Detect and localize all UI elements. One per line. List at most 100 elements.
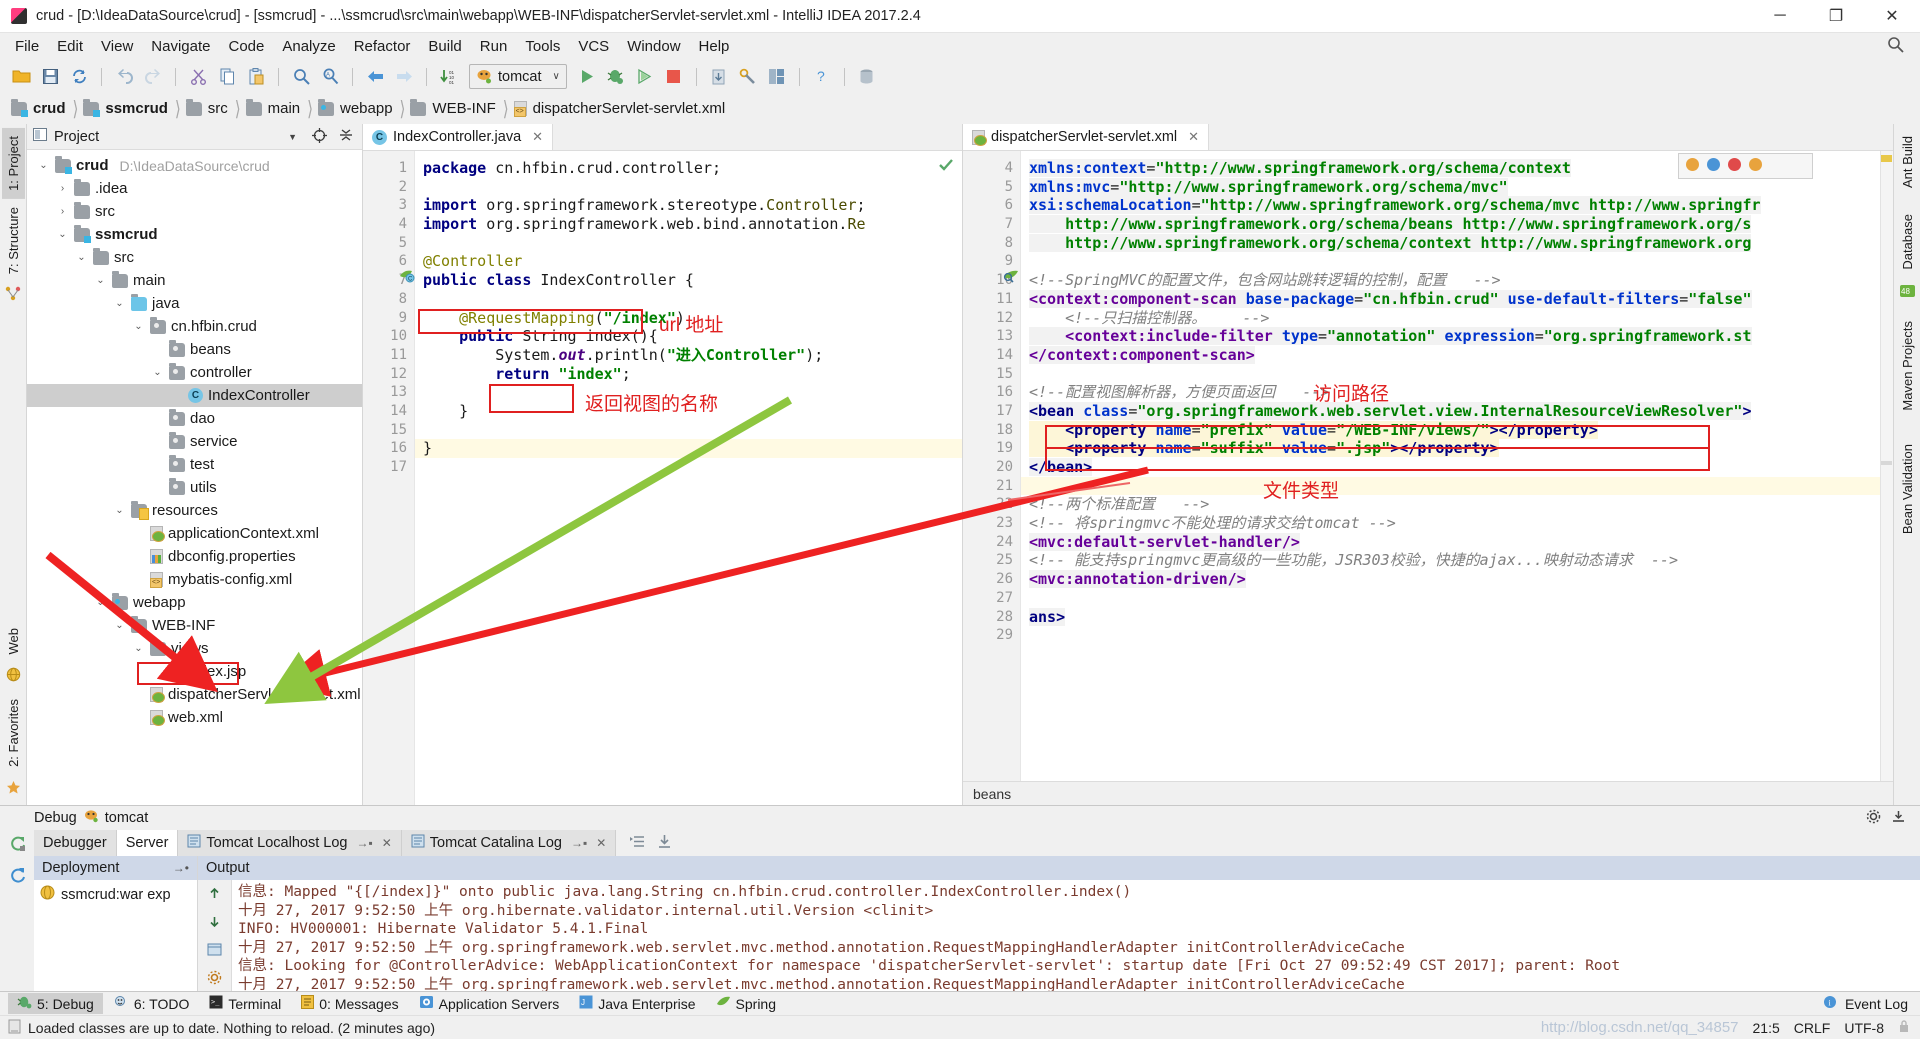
save-all-icon[interactable] <box>37 64 63 90</box>
tree-node-resources[interactable]: ⌄ resources <box>27 499 362 522</box>
sync-icon[interactable] <box>66 64 92 90</box>
cut-icon[interactable] <box>185 64 211 90</box>
code-line[interactable]: http://www.springframework.org/schema/co… <box>1021 233 1893 253</box>
chevron-down-icon[interactable]: ⌄ <box>151 367 164 378</box>
scroll-down-icon[interactable] <box>207 914 222 933</box>
tool-window-button-terminal[interactable]: >_ Terminal <box>200 993 290 1014</box>
help-icon[interactable]: ? <box>809 64 835 90</box>
code-line[interactable]: public class IndexController { <box>415 271 962 290</box>
scroll-up-icon[interactable] <box>207 886 222 905</box>
breadcrumb-item-webapp[interactable]: webapp <box>315 98 400 117</box>
xml-source-text[interactable]: xmlns:context="http://www.springframewor… <box>1021 151 1893 781</box>
chevron-down-icon[interactable]: ⌄ <box>113 505 126 516</box>
code-line[interactable]: <mvc:annotation-driven/> <box>1021 570 1893 589</box>
chevron-down-icon[interactable]: ⌄ <box>56 229 69 240</box>
tree-node-dispatcherservlet-servlet-xml[interactable]: ›dispatcherServlet-servlet.xml <box>27 683 362 706</box>
hide-icon[interactable] <box>1891 809 1906 827</box>
run-with-coverage-icon[interactable] <box>632 64 658 90</box>
code-line[interactable]: <bean class="org.springframework.web.ser… <box>1021 401 1893 421</box>
tool-window-button-bean-validation[interactable]: Bean Validation <box>1896 436 1919 542</box>
tool-window-button-debug[interactable]: 5: Debug <box>8 993 103 1014</box>
settings-gear-icon[interactable] <box>207 970 222 989</box>
menu-tools[interactable]: Tools <box>516 35 569 58</box>
code-line[interactable]: System.out.println("进入Controller"); <box>415 346 962 365</box>
tree-node-service[interactable]: ›service <box>27 430 362 453</box>
tree-node-web-inf[interactable]: ⌄ WEB-INF <box>27 614 362 637</box>
chevron-right-icon[interactable]: › <box>56 206 69 217</box>
debug-tab-server[interactable]: Server <box>116 830 179 856</box>
tree-node-ssmcrud[interactable]: ⌄ ssmcrud <box>27 223 362 246</box>
debug-icon[interactable] <box>603 64 629 90</box>
breadcrumb-item-src[interactable]: src <box>183 98 235 117</box>
code-line[interactable]: xsi:schemaLocation="http://www.springfra… <box>1021 196 1893 215</box>
tool-window-button-java-enterprise[interactable]: J Java Enterprise <box>570 993 704 1014</box>
menu-navigate[interactable]: Navigate <box>142 35 219 58</box>
chevron-down-icon[interactable]: ⌄ <box>132 321 145 332</box>
code-line[interactable] <box>415 290 962 309</box>
close-icon[interactable]: ✕ <box>1188 129 1199 145</box>
tool-window-button-spring[interactable]: Spring <box>707 993 785 1014</box>
chevron-down-icon[interactable]: ⌄ <box>94 597 107 608</box>
scroll-from-source-icon[interactable] <box>309 127 330 146</box>
caret-position[interactable]: 21:5 <box>1753 1020 1780 1036</box>
debug-tab-debugger[interactable]: Debugger <box>34 830 117 856</box>
tree-node-dao[interactable]: ›dao <box>27 407 362 430</box>
deployment-item[interactable]: ssmcrud:war exp <box>34 880 197 909</box>
menu-refactor[interactable]: Refactor <box>345 35 420 58</box>
tree-node-src[interactable]: › src <box>27 200 362 223</box>
close-icon[interactable]: ✕ <box>382 836 392 850</box>
menu-build[interactable]: Build <box>419 35 470 58</box>
gear-icon[interactable] <box>1866 809 1881 827</box>
code-line[interactable] <box>1021 476 1893 496</box>
restart-icon[interactable] <box>9 867 26 888</box>
java-source-text[interactable]: package cn.hfbin.crud.controller; import … <box>415 151 962 805</box>
pin-icon[interactable]: →▪ <box>356 836 372 850</box>
open-project-icon[interactable] <box>8 64 34 90</box>
menu-window[interactable]: Window <box>618 35 689 58</box>
tree-node-main[interactable]: ⌄ main <box>27 269 362 292</box>
tool-window-button-database[interactable]: Database <box>1896 206 1919 278</box>
tree-node-cn-hfbin-crud[interactable]: ⌄ cn.hfbin.crud <box>27 315 362 338</box>
back-icon[interactable] <box>362 64 388 90</box>
tool-window-button-structure[interactable]: 7: Structure <box>2 199 25 282</box>
sort-arrow-icon[interactable]: →• <box>173 861 189 875</box>
tool-window-button-project[interactable]: 1: Project <box>1 128 25 199</box>
code-line[interactable]: import org.springframework.web.bind.anno… <box>415 215 962 234</box>
chevron-down-icon[interactable]: ⌄ <box>94 275 107 286</box>
menu-code[interactable]: Code <box>219 35 273 58</box>
tree-node-beans[interactable]: ›beans <box>27 338 362 361</box>
tree-node-indexcontroller[interactable]: ›CIndexController <box>27 384 362 407</box>
tool-window-button-maven-projects[interactable]: Maven Projects <box>1896 313 1919 419</box>
menu-edit[interactable]: Edit <box>48 35 92 58</box>
maximize-button[interactable]: ❐ <box>1808 0 1864 32</box>
tool-window-button-favorites[interactable]: 2: Favorites <box>2 691 25 775</box>
paste-icon[interactable] <box>243 64 269 90</box>
code-line[interactable]: http://www.springframework.org/schema/be… <box>1021 215 1893 234</box>
tree-node-java[interactable]: ⌄ java <box>27 292 362 315</box>
menu-help[interactable]: Help <box>690 35 739 58</box>
code-line[interactable]: public String index(){ <box>415 327 962 346</box>
chevron-down-icon[interactable]: ⌄ <box>75 252 88 263</box>
code-line[interactable] <box>415 234 962 253</box>
compile-icon[interactable]: 01 10 01 <box>436 64 462 90</box>
stop-icon[interactable] <box>661 64 687 90</box>
line-separator[interactable]: CRLF <box>1794 1020 1831 1036</box>
tree-node-utils[interactable]: ›utils <box>27 476 362 499</box>
code-line[interactable]: <!--只扫描控制器。 --> <box>1021 309 1893 328</box>
rerun-icon[interactable] <box>9 836 26 857</box>
redo-icon[interactable] <box>140 64 166 90</box>
code-line[interactable] <box>1021 365 1893 384</box>
menu-analyze[interactable]: Analyze <box>273 35 344 58</box>
tool-window-button-web[interactable]: Web <box>2 620 25 663</box>
close-icon[interactable]: ✕ <box>596 836 606 850</box>
run-configuration-selector[interactable]: tomcat ∨ <box>469 64 567 89</box>
chevron-down-icon[interactable]: ⌄ <box>132 643 145 654</box>
close-button[interactable]: ✕ <box>1864 0 1920 32</box>
menu-view[interactable]: View <box>92 35 142 58</box>
breadcrumb-item-dispatcher-xml[interactable]: dispatcherServlet-servlet.xml <box>511 100 733 117</box>
menu-vcs[interactable]: VCS <box>569 35 618 58</box>
code-line[interactable]: <context:component-scan base-package="cn… <box>1021 289 1893 309</box>
code-line[interactable]: ans> <box>1021 607 1893 627</box>
open-browser-icon[interactable] <box>207 942 222 961</box>
chevron-down-icon[interactable]: ⌄ <box>113 298 126 309</box>
